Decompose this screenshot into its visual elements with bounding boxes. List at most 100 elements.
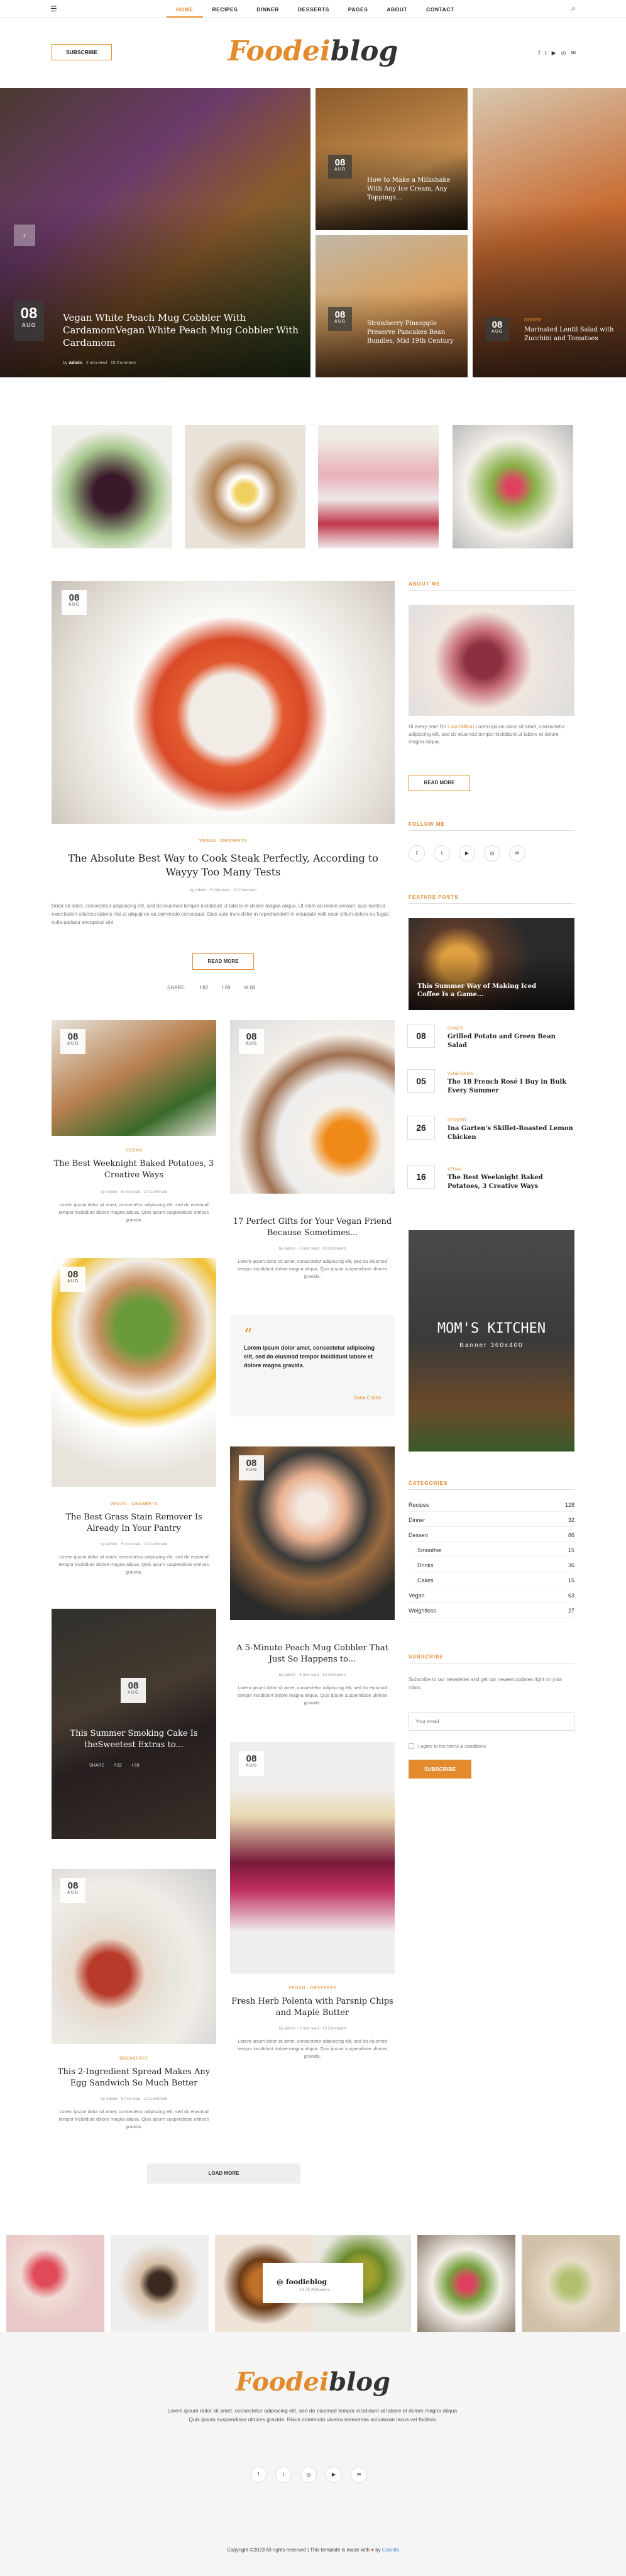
instagram-icon[interactable]: ◎ xyxy=(484,845,500,862)
share-facebook[interactable]: f 82 xyxy=(200,985,208,991)
moms-kitchen-banner[interactable]: MOM'S KITCHEN Banner 360x400 xyxy=(409,1230,574,1452)
site-logo[interactable]: Foodeiblog xyxy=(0,35,626,67)
hero-bottom-title[interactable]: Strawberry Pineapple Preserve Pancakes B… xyxy=(367,319,461,346)
feature-cat-1[interactable]: DINNER xyxy=(448,1026,463,1031)
feature-cat-3[interactable]: DESSERT xyxy=(448,1118,467,1123)
facebook-icon[interactable]: f xyxy=(250,2467,266,2483)
instagram-photo-1[interactable] xyxy=(6,2235,104,2332)
post-2-category[interactable]: VEGAN · DESSERTS xyxy=(52,1502,216,1506)
post-6-title[interactable]: Fresh Herb Polenta with Parsnip Chips an… xyxy=(230,1996,395,2019)
post-3-image[interactable]: 08 AUG xyxy=(52,1869,216,2044)
menu-icon[interactable]: ☰ xyxy=(50,4,57,13)
instagram-photo-5[interactable] xyxy=(417,2235,515,2332)
post-6-image[interactable]: 08 AUG xyxy=(230,1742,395,1974)
category-thumb-1[interactable] xyxy=(52,425,172,548)
share-mail[interactable]: ✉ 08 xyxy=(244,985,256,991)
category-row[interactable]: Dinner 32 xyxy=(409,1517,574,1527)
category-thumb-4[interactable] xyxy=(453,425,573,548)
post-3-category[interactable]: BREAKFAST xyxy=(52,2057,216,2061)
youtube-icon[interactable]: ▶ xyxy=(459,845,475,862)
feature-cat-4[interactable]: VEGAN xyxy=(448,1167,462,1172)
terms-checkbox[interactable] xyxy=(409,1743,414,1749)
hero-main-post[interactable]: 08 AUG Vegan White Peach Mug Cobbler With… xyxy=(0,88,310,377)
subscribe-submit-button[interactable]: SUBSCRIBE xyxy=(409,1760,471,1779)
post-6-category[interactable]: VEGAN · DESSERTS xyxy=(230,1986,395,1990)
post-2-image[interactable]: 08 AUG xyxy=(52,1258,216,1487)
hero-right-category[interactable]: DINNER xyxy=(524,318,541,323)
nav-home[interactable]: HOME xyxy=(167,0,203,18)
hero-main-title[interactable]: Vegan White Peach Mug Cobbler With Carda… xyxy=(63,311,302,349)
feature-main-post[interactable]: This Summer Way of Making Iced Coffee Is… xyxy=(409,918,574,1010)
nav-contact[interactable]: CONTACT xyxy=(417,0,463,18)
nav-about[interactable]: ABOUT xyxy=(377,0,417,18)
twitter-icon[interactable]: t xyxy=(434,845,450,862)
dark-overlay-post[interactable]: 08 AUG This Summer Smoking Cake Is theSwe… xyxy=(52,1609,216,1839)
post-4-image[interactable]: 08 AUG xyxy=(230,1020,395,1194)
category-thumb-3[interactable] xyxy=(318,425,439,548)
hero-top-post[interactable]: 08 AUG How to Make a Milkshake With Any I… xyxy=(316,88,468,230)
share-twitter[interactable]: t 59 xyxy=(222,985,230,991)
nav-dinner[interactable]: DINNER xyxy=(247,0,288,18)
footer-logo[interactable]: Foodeiblog xyxy=(0,2367,626,2397)
category-row[interactable]: Dessert 86 xyxy=(409,1532,574,1542)
share-facebook[interactable]: f 82 xyxy=(114,1763,122,1768)
instagram-icon[interactable]: ◎ xyxy=(561,50,566,57)
post-2-title[interactable]: The Best Grass Stain Remover Is Already … xyxy=(52,1512,216,1535)
author-name[interactable]: Admin xyxy=(69,361,82,365)
nav-recipes[interactable]: RECIPES xyxy=(203,0,248,18)
feature-title-2[interactable]: The 18 French Rosé I Buy in Bulk Every S… xyxy=(448,1078,574,1096)
mail-icon[interactable]: ✉ xyxy=(509,845,525,862)
youtube-icon[interactable]: ▶ xyxy=(552,50,556,57)
hero-top-title[interactable]: How to Make a Milkshake With Any Ice Cre… xyxy=(367,176,455,203)
twitter-icon[interactable]: t xyxy=(275,2467,292,2483)
category-row[interactable]: Drinks 36 xyxy=(409,1562,574,1572)
post-5-image[interactable]: 08 AUG xyxy=(230,1446,395,1620)
terms-checkbox-row[interactable]: I agree to the terms & conditions xyxy=(409,1743,486,1749)
mail-icon[interactable]: ✉ xyxy=(571,50,576,57)
youtube-icon[interactable]: ▶ xyxy=(326,2467,342,2483)
category-row[interactable]: Recipes 128 xyxy=(409,1502,574,1512)
share-twitter[interactable]: t 59 xyxy=(132,1763,140,1768)
feature-cat-2[interactable]: VEGETARIAN xyxy=(448,1072,473,1076)
mail-icon[interactable]: ✉ xyxy=(351,2467,367,2483)
nav-pages[interactable]: PAGES xyxy=(339,0,378,18)
date-day: 08 xyxy=(246,1753,257,1764)
about-read-more-button[interactable]: READ MORE xyxy=(409,775,470,791)
featured-post-image[interactable]: 08 AUG xyxy=(52,581,395,824)
category-row[interactable]: Vegan 63 xyxy=(409,1592,574,1602)
nav-desserts[interactable]: DESSERTS xyxy=(288,0,339,18)
category-thumb-2[interactable] xyxy=(185,425,305,548)
category-row[interactable]: Smoothie 15 xyxy=(409,1547,574,1557)
dark-post-title[interactable]: This Summer Smoking Cake Is theSweetest … xyxy=(64,1728,204,1751)
facebook-icon[interactable]: f xyxy=(539,50,541,57)
load-more-button[interactable]: LOAD MORE xyxy=(147,2163,300,2184)
feature-main-title[interactable]: This Summer Way of Making Iced Coffee Is… xyxy=(417,982,543,999)
feature-title-3[interactable]: Ina Garten's Skillet-Roasted Lemon Chick… xyxy=(448,1124,574,1142)
slider-prev-arrow[interactable]: ‹ xyxy=(14,225,35,246)
instagram-photo-6[interactable] xyxy=(522,2235,620,2332)
facebook-icon[interactable]: f xyxy=(409,845,425,862)
post-4-title[interactable]: 17 Perfect Gifts for Your Vegan Friend B… xyxy=(230,1216,395,1239)
colorlib-link[interactable]: Colorlib xyxy=(382,2547,399,2553)
featured-title[interactable]: The Absolute Best Way to Cook Steak Perf… xyxy=(52,852,395,879)
featured-categories[interactable]: VEGAN · DESSERTS xyxy=(52,839,395,843)
hero-right-post[interactable]: 08 AUG DINNER Marinated Lentil Salad with… xyxy=(473,88,626,377)
post-1-image[interactable]: 08 AUG xyxy=(52,1020,216,1136)
instagram-icon[interactable]: ◎ xyxy=(300,2467,317,2483)
subscribe-email-input[interactable] xyxy=(409,1712,574,1731)
featured-read-more-button[interactable]: READ MORE xyxy=(192,953,254,970)
category-row[interactable]: Cakes 15 xyxy=(409,1577,574,1587)
category-row[interactable]: Weightloss 27 xyxy=(409,1607,574,1618)
post-1-category[interactable]: VEGAN xyxy=(52,1148,216,1153)
instagram-profile-card[interactable]: @ foodieblog 13.7k Followers xyxy=(263,2263,363,2303)
feature-title-4[interactable]: The Best Weeknight Baked Potatoes, 3 Cre… xyxy=(448,1174,574,1191)
hero-right-title[interactable]: Marinated Lentil Salad with Zucchini and… xyxy=(524,326,618,343)
hero-bottom-post[interactable]: 08 AUG Strawberry Pineapple Preserve Panc… xyxy=(316,235,468,377)
post-1-title[interactable]: The Best Weeknight Baked Potatoes, 3 Cre… xyxy=(52,1158,216,1181)
post-3-title[interactable]: This 2-Ingredient Spread Makes Any Egg S… xyxy=(52,2067,216,2089)
twitter-icon[interactable]: t xyxy=(545,50,547,57)
feature-title-1[interactable]: Grilled Potato and Green Bean Salad xyxy=(448,1033,574,1050)
post-5-title[interactable]: A 5-Minute Peach Mug Cobbler That Just S… xyxy=(230,1643,395,1665)
instagram-photo-2[interactable] xyxy=(111,2235,209,2332)
search-icon[interactable]: ⌕ xyxy=(571,4,576,13)
